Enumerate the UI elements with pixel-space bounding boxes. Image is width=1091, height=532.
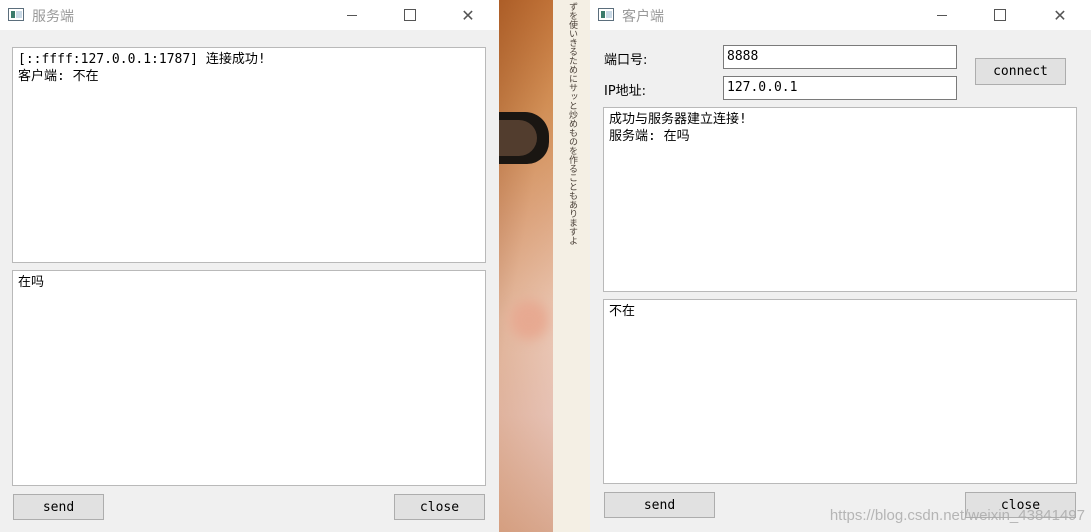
server-message-log[interactable]: [::ffff:127.0.0.1:1787] 连接成功! 客户端: 不在 (12, 47, 486, 263)
maximize-icon[interactable] (387, 0, 433, 30)
client-message-log[interactable]: 成功与服务器建立连接! 服务端: 在吗 (603, 107, 1077, 292)
background-photo-hair (499, 0, 553, 532)
ip-input[interactable]: 127.0.0.1 (723, 76, 957, 100)
app-window-icon (598, 8, 614, 21)
maximize-icon[interactable] (977, 0, 1023, 30)
watermark: https://blog.csdn.net/weixin_43841497 (829, 507, 1085, 524)
close-icon[interactable] (445, 0, 491, 30)
app-window-icon (8, 8, 24, 21)
server-window: 服务端 [::ffff:127.0.0.1:1787] 连接成功! 客户端: 不… (0, 0, 499, 532)
server-send-button[interactable]: send (13, 494, 104, 520)
port-input[interactable]: 8888 (723, 45, 957, 69)
client-send-button[interactable]: send (604, 492, 715, 518)
connect-button[interactable]: connect (975, 58, 1066, 85)
background-photo-lip (509, 300, 549, 340)
client-window-title: 客户端 (622, 9, 664, 25)
background-photo-lens (499, 120, 537, 156)
server-message-input[interactable]: 在吗 (12, 270, 486, 486)
background-vertical-text: ずを使いきるためにサッと炒めものを作ることもありますよ (567, 2, 577, 245)
desktop-background: ずを使いきるためにサッと炒めものを作ることもありますよ (499, 0, 590, 532)
port-label: 端口号: (604, 53, 648, 68)
minimize-icon[interactable] (919, 0, 965, 30)
client-window: 客户端 端口号: 8888 IP地址: 127.0.0.1 connect 成功… (590, 0, 1091, 532)
client-message-input[interactable]: 不在 (603, 299, 1077, 484)
minimize-icon[interactable] (329, 0, 375, 30)
client-titlebar[interactable]: 客户端 (590, 0, 1091, 30)
server-titlebar[interactable]: 服务端 (0, 0, 499, 30)
close-icon[interactable] (1037, 0, 1083, 30)
server-close-button[interactable]: close (394, 494, 485, 520)
ip-label: IP地址: (604, 84, 647, 99)
server-window-title: 服务端 (32, 9, 74, 25)
